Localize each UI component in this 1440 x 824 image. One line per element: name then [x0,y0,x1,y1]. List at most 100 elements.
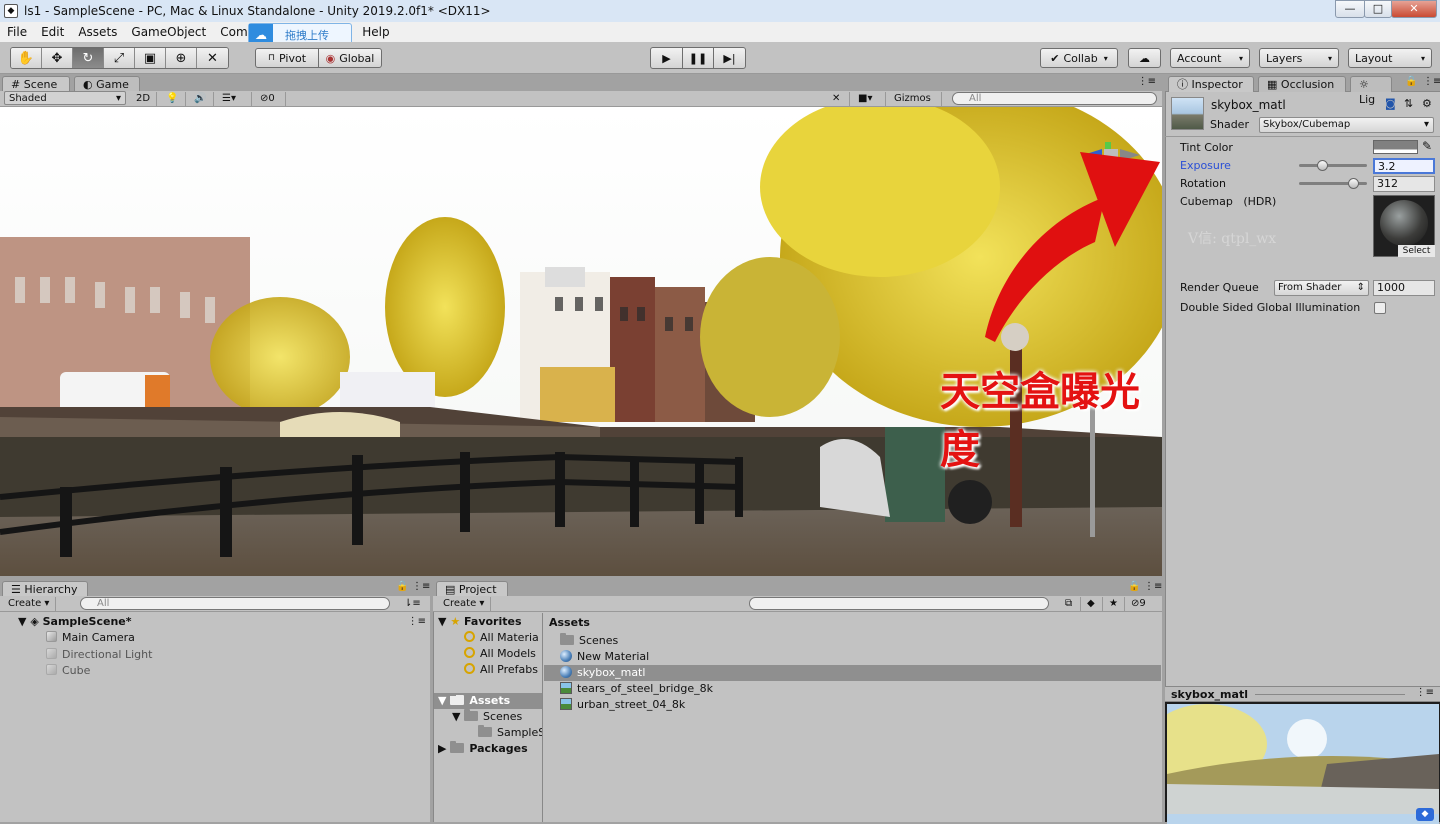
maximize-button[interactable]: □ [1364,0,1392,18]
hierarchy-filter-icon[interactable]: ⇂≡ [400,597,424,611]
audio-toggle-icon[interactable]: 🔊 [190,92,214,106]
play-button[interactable]: ▶ [650,47,683,69]
double-sided-gi-checkbox[interactable] [1374,302,1386,314]
lock-icon[interactable]: 🔒 [396,581,408,592]
favorite-all-models[interactable]: All Models [464,646,536,662]
label-tag-icon[interactable]: ◆ [1416,808,1434,821]
menu-assets[interactable]: Assets [71,25,124,39]
tools-icon[interactable]: ✕ [828,92,850,106]
menu-file[interactable]: File [0,25,34,39]
preview-area[interactable]: ◆ [1165,702,1440,824]
asset-item-new-material[interactable]: New Material [560,649,649,665]
favorite-all-materials[interactable]: All Materia [464,630,539,646]
minimize-button[interactable]: — [1335,0,1365,18]
tab-game[interactable]: ◐ Game [74,76,140,92]
asset-item-skybox-matl[interactable]: skybox_matl [544,665,1161,681]
tint-color-swatch[interactable] [1373,140,1418,154]
project-splitter[interactable] [542,613,543,822]
hierarchy-search-input[interactable]: All [80,597,390,610]
filter-type-icon[interactable]: ⧉ [1061,597,1081,611]
move-tool-icon[interactable]: ✥ [42,48,73,68]
tab-occlusion[interactable]: ▦ Occlusion [1258,76,1346,92]
rotate-tool-icon[interactable]: ↻ [73,48,104,68]
cubemap-slot[interactable]: Select [1373,195,1435,257]
close-button[interactable]: ✕ [1391,0,1437,18]
rect-tool-icon[interactable]: ▣ [135,48,166,68]
scene-search-input[interactable]: All [952,92,1157,105]
hidden-objects-toggle[interactable]: ⊘0 [256,92,286,106]
cubemap-select-button[interactable]: Select [1398,245,1435,257]
scene-tabbar: # Scene ◐ Game ⋮≡ [0,74,1162,92]
panel-menu-icon[interactable]: ⋮≡ [1416,687,1434,698]
eyedropper-icon[interactable]: ✎ [1422,139,1432,153]
account-dropdown[interactable]: Account ▾ [1170,48,1250,68]
layout-dropdown[interactable]: Layout ▾ [1348,48,1432,68]
favorite-all-prefabs[interactable]: All Prefabs [464,662,538,678]
panel-menu-icon[interactable]: ⋮≡ [412,581,430,592]
rotation-slider[interactable] [1299,178,1367,189]
custom-tool-icon[interactable]: ✕ [197,48,228,68]
scene-viewport[interactable]: 天空盒曝光度 [0,107,1162,576]
preset-icon[interactable]: ⇅ [1404,97,1413,110]
tree-samplescene-row[interactable]: SampleS [478,725,542,741]
asset-item-tears-of-steel[interactable]: tears_of_steel_bridge_8k [560,681,713,697]
gizmos-dropdown[interactable]: Gizmos ▾ [890,92,942,117]
panel-menu-icon[interactable]: ⋮≡ [1138,76,1156,87]
asset-item-scenes[interactable]: Scenes [560,633,618,649]
tree-packages-row[interactable]: ▶ Packages [438,741,528,757]
preview-drag-line[interactable] [1255,694,1405,695]
filter-label-icon[interactable]: ◆ [1083,597,1103,611]
hierarchy-item-directional-light[interactable]: Directional Light [46,647,152,663]
tab-inspector[interactable]: ⓘ Inspector [1168,76,1254,92]
pause-button[interactable]: ❚❚ [682,47,714,69]
scale-tool-icon[interactable]: ⤢ [104,48,135,68]
global-toggle[interactable]: ◉ Global [318,48,382,68]
menu-help[interactable]: Help [355,25,396,39]
hierarchy-item-main-camera[interactable]: Main Camera [46,630,135,646]
help-icon[interactable]: ◙ [1385,97,1396,110]
pivot-toggle[interactable]: ⊓ Pivot [255,48,319,68]
rotation-input[interactable]: 312 [1373,176,1435,192]
rotation-label: Rotation [1180,177,1227,190]
shader-dropdown[interactable]: Skybox/Cubemap ▾ [1259,117,1434,133]
asset-item-urban-street[interactable]: urban_street_04_8k [560,697,685,713]
hidden-packages-toggle[interactable]: ⊘9 [1127,597,1159,611]
shading-mode-dropdown[interactable]: Shaded ▾ [4,91,126,105]
gear-icon[interactable]: ⚙ [1422,97,1432,110]
collab-dropdown[interactable]: ✔ Collab ▾ [1040,48,1118,68]
tree-scenes-row[interactable]: ▼ Scenes [452,709,522,725]
render-queue-dropdown[interactable]: From Shader ⇕ [1274,280,1369,296]
lock-icon[interactable]: 🔒 [1405,76,1417,87]
menu-gameobject[interactable]: GameObject [124,25,213,39]
folder-icon [450,741,465,753]
effects-dropdown-icon[interactable]: ☰▾ [218,92,252,106]
panel-menu-icon[interactable]: ⋮≡ [1144,581,1162,592]
exposure-input[interactable]: 3.2 [1373,158,1435,174]
project-create-dropdown[interactable]: Create ▾ [439,597,491,611]
tab-hierarchy[interactable]: ☰ Hierarchy [2,581,88,597]
hierarchy-create-dropdown[interactable]: Create ▾ [4,597,56,611]
favorite-star-icon[interactable]: ★ [1105,597,1125,611]
hand-tool-icon[interactable]: ✋ [11,48,42,68]
project-search-input[interactable] [749,597,1049,610]
cloud-button[interactable]: ☁ [1128,48,1161,68]
tab-lighting[interactable]: ☼ Lig [1350,76,1392,106]
step-button[interactable]: ▶| [713,47,746,69]
hierarchy-scene-row[interactable]: ▼ ◈ SampleScene* ⋮≡ [18,614,428,630]
favorites-row[interactable]: ▼ ★ Favorites [438,614,522,630]
render-queue-input[interactable]: 1000 [1373,280,1435,296]
camera-dropdown-icon[interactable]: ■▾ [854,92,886,106]
tab-scene[interactable]: # Scene [2,76,70,92]
hierarchy-item-cube[interactable]: Cube [46,663,90,679]
tree-assets-row[interactable]: ▼ Assets [434,693,542,709]
layers-dropdown[interactable]: Layers ▾ [1259,48,1339,68]
menu-edit[interactable]: Edit [34,25,71,39]
transform-tool-icon[interactable]: ⊕ [166,48,197,68]
exposure-slider[interactable] [1299,160,1367,171]
scene-menu-icon[interactable]: ⋮≡ [408,614,426,630]
lock-icon[interactable]: 🔒 [1128,581,1140,592]
panel-menu-icon[interactable]: ⋮≡ [1423,76,1440,87]
tab-project[interactable]: ▤ Project [436,581,508,597]
lighting-toggle-icon[interactable]: 💡 [162,92,186,106]
toggle-2d-button[interactable]: 2D [132,92,157,106]
